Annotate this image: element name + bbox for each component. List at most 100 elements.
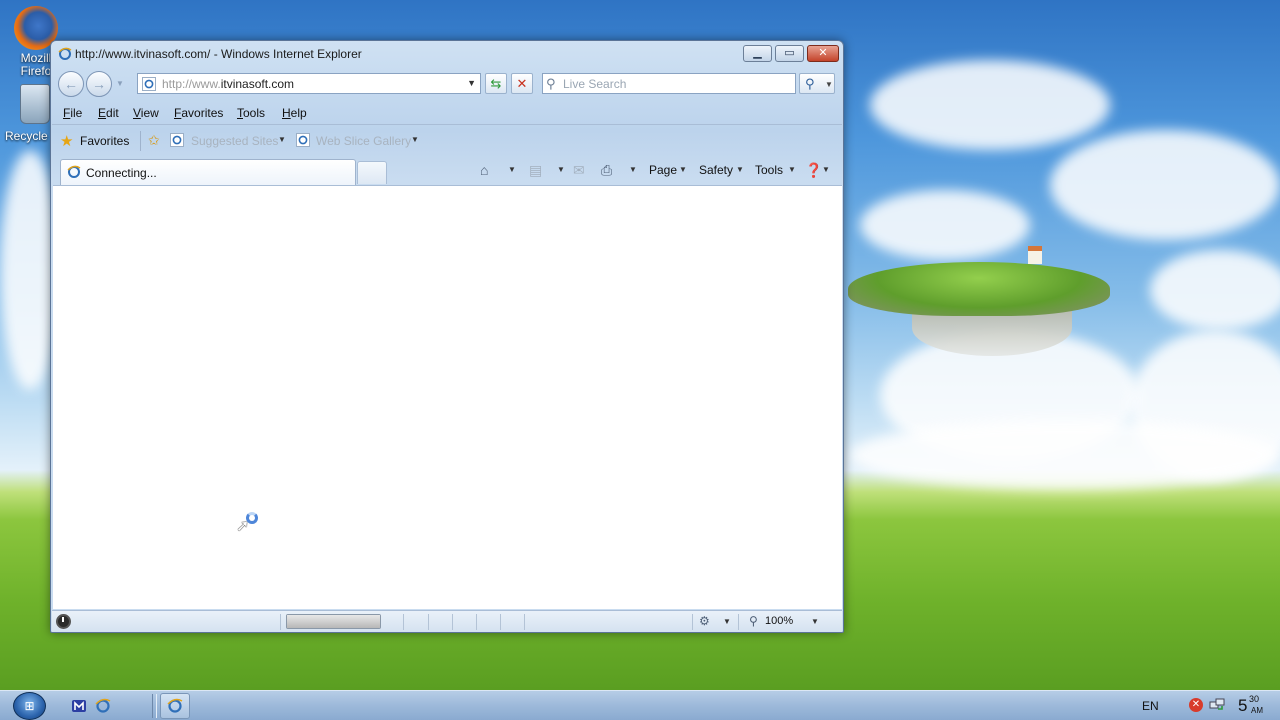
zoom-dropdown-icon[interactable]: ▼: [811, 617, 819, 626]
home-icon[interactable]: ⌂: [480, 162, 488, 178]
recycle-bin-label: Recycle: [5, 129, 48, 143]
safety-dropdown-icon[interactable]: ▼: [736, 165, 744, 174]
close-icon: ✕: [818, 47, 828, 59]
divider: [738, 614, 739, 630]
cloud: [1050, 130, 1280, 240]
ie-page-icon: [170, 133, 184, 147]
search-options-dropdown-icon[interactable]: ▼: [825, 80, 833, 89]
address-text[interactable]: http://www.itvinasoft.com: [162, 77, 294, 91]
web-slice-gallery-link[interactable]: Web Slice Gallery: [316, 134, 411, 148]
stop-icon: ✕: [516, 76, 528, 91]
web-slice-gallery-dropdown-icon[interactable]: ▼: [411, 135, 419, 144]
divider: [140, 131, 141, 151]
help-dropdown-icon[interactable]: ▼: [822, 165, 830, 174]
divider: [428, 614, 429, 630]
help-icon[interactable]: ❓: [805, 162, 822, 179]
menu-help[interactable]: Help: [282, 106, 307, 120]
protected-mode-icon[interactable]: ⚙: [699, 614, 710, 628]
search-input[interactable]: [563, 76, 791, 91]
tools-menu[interactable]: Tools: [755, 163, 783, 177]
window-title: http://www.itvinasoft.com/ - Windows Int…: [75, 47, 362, 61]
cloud: [850, 420, 1280, 490]
search-button[interactable]: ⚲ ▼: [799, 73, 835, 94]
maximize-button[interactable]: ▭: [775, 45, 804, 62]
feeds-dropdown-icon[interactable]: ▼: [557, 165, 565, 174]
back-button[interactable]: ←: [58, 71, 84, 97]
taskbar: ⊞ EN ✕ 5 30 AM: [0, 690, 1280, 720]
language-indicator[interactable]: EN: [1142, 699, 1159, 713]
menu-edit[interactable]: Edit: [98, 106, 119, 120]
minimize-button[interactable]: ▁: [743, 45, 772, 62]
stop-button[interactable]: ✕: [511, 73, 533, 94]
minimize-icon: ▁: [753, 47, 762, 59]
search-icon: ⚲: [546, 76, 556, 91]
security-alert-icon[interactable]: ✕: [1189, 698, 1203, 712]
menu-file[interactable]: File: [63, 106, 82, 120]
maximize-icon: ▭: [784, 47, 795, 59]
cloud: [860, 190, 1030, 260]
suggested-sites-link[interactable]: Suggested Sites: [191, 134, 278, 148]
tab-active[interactable]: Connecting...: [60, 159, 356, 185]
zoom-level[interactable]: 100%: [765, 615, 793, 627]
ie-taskbar-button[interactable]: [160, 693, 190, 719]
suggested-sites-dropdown-icon[interactable]: ▼: [278, 135, 286, 144]
address-domain: itvinasoft.com: [220, 77, 295, 91]
address-dropdown-icon[interactable]: ▼: [467, 78, 476, 88]
island-house: [1028, 246, 1042, 264]
favorites-star-icon[interactable]: ★: [60, 132, 73, 150]
floating-island: [848, 262, 1110, 316]
read-mail-icon[interactable]: ✉: [573, 162, 585, 179]
address-prefix: http://www.: [162, 77, 221, 91]
ie-icon: [58, 47, 72, 60]
new-tab-button[interactable]: [357, 161, 387, 184]
tab-title: Connecting...: [86, 166, 157, 180]
title-bar[interactable]: http://www.itvinasoft.com/ - Windows Int…: [51, 41, 843, 67]
favorites-button[interactable]: Favorites: [80, 134, 129, 148]
clock-minute: 30: [1249, 694, 1260, 704]
status-bar: ⚙ ▼ ⚲ 100% ▼: [52, 610, 842, 632]
refresh-icon: ⇆: [490, 76, 502, 91]
divider: [476, 614, 477, 630]
home-dropdown-icon[interactable]: ▼: [508, 165, 516, 174]
zoom-icon[interactable]: ⚲: [749, 614, 758, 628]
media-app-icon[interactable]: [71, 698, 87, 714]
menu-view[interactable]: View: [133, 106, 159, 120]
clock-hour[interactable]: 5: [1238, 693, 1247, 719]
network-icon[interactable]: [1209, 698, 1225, 712]
menu-tools[interactable]: Tools: [237, 106, 265, 120]
cloud: [1150, 250, 1280, 330]
feeds-icon[interactable]: ▤: [529, 162, 542, 179]
page-menu[interactable]: Page: [649, 163, 677, 177]
menu-bar: File Edit View Favorites Tools Help: [52, 101, 842, 125]
divider: [452, 614, 453, 630]
search-box[interactable]: ⚲: [542, 73, 796, 94]
page-icon: [142, 77, 156, 91]
cloud: [870, 60, 1110, 150]
page-content[interactable]: ➚: [53, 185, 842, 609]
recent-pages-dropdown[interactable]: ▼: [116, 79, 124, 88]
divider: [280, 614, 281, 630]
page-dropdown-icon[interactable]: ▼: [679, 165, 687, 174]
forward-button[interactable]: →: [86, 71, 112, 97]
add-to-favorites-bar-icon[interactable]: ✩: [148, 132, 160, 149]
divider: [524, 614, 525, 630]
print-dropdown-icon[interactable]: ▼: [629, 165, 637, 174]
safety-menu[interactable]: Safety: [699, 163, 733, 177]
close-button[interactable]: ✕: [807, 45, 839, 62]
recycle-bin-icon[interactable]: [20, 84, 50, 124]
address-bar[interactable]: http://www.itvinasoft.com ▼: [137, 73, 481, 94]
start-button[interactable]: ⊞: [13, 692, 46, 720]
ie-icon: [67, 165, 81, 178]
arrow-left-icon: ←: [64, 76, 78, 92]
divider: [403, 614, 404, 630]
menu-favorites[interactable]: Favorites: [174, 106, 223, 120]
ie-quicklaunch-icon[interactable]: [95, 698, 111, 714]
protected-mode-dropdown-icon[interactable]: ▼: [723, 617, 731, 626]
busy-spinner-icon: [246, 512, 258, 524]
favorites-bar: ★ Favorites ✩ Suggested Sites ▼ Web Slic…: [52, 127, 842, 155]
print-icon[interactable]: ⎙: [601, 162, 612, 179]
tools-dropdown-icon[interactable]: ▼: [788, 165, 796, 174]
windows-logo-icon: ⊞: [24, 699, 35, 713]
loading-clock-icon: [56, 614, 71, 629]
refresh-button[interactable]: ⇆: [485, 73, 507, 94]
